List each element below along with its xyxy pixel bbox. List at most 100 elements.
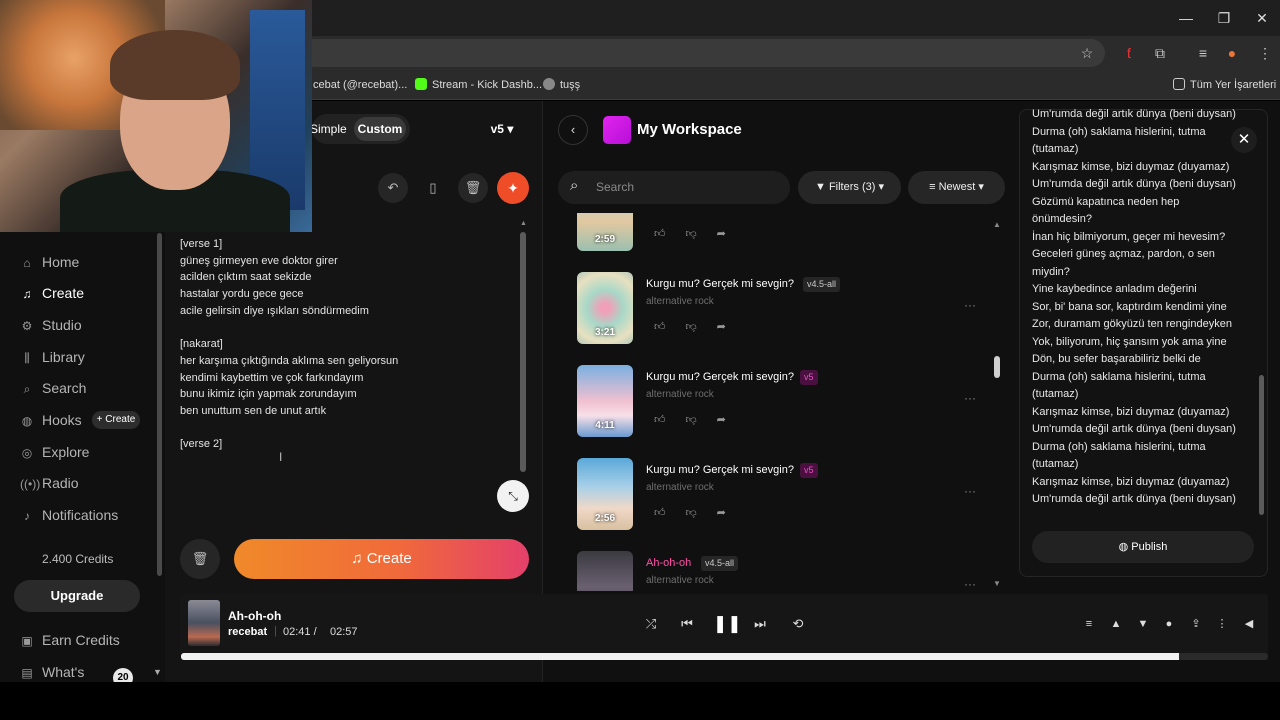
close-icon[interactable]: ✕ — [1231, 127, 1257, 153]
queue-icon[interactable]: ≡ — [1080, 615, 1098, 633]
bookmark-item[interactable]: Stream - Kick Dashb... — [415, 70, 542, 100]
share-icon[interactable]: ⇪ — [1187, 615, 1205, 633]
version-tag: v5 — [800, 370, 818, 385]
sidebar-item-whats-new[interactable]: ▤ What's — [20, 660, 84, 682]
sidebar-scrollbar[interactable] — [157, 233, 162, 576]
minimize-icon[interactable]: — — [1176, 8, 1196, 28]
song-actions[interactable]: 👍︎👎︎➦ — [654, 227, 746, 240]
kick-icon — [415, 78, 427, 90]
player-title[interactable]: Ah-oh-oh — [228, 609, 281, 623]
sidebar-item-earn-credits[interactable]: ▣ Earn Credits — [20, 628, 119, 652]
globe-icon: ◍ — [1118, 541, 1132, 553]
more-options-icon[interactable]: ··· — [955, 484, 985, 504]
song-cover: 2:56 — [577, 458, 633, 530]
lyrics-panel-scrollbar[interactable] — [1259, 375, 1264, 515]
lyrics-scrollbar[interactable]: ▲ — [520, 220, 527, 480]
publish-button[interactable]: ◍ Publish — [1032, 531, 1254, 563]
sidebar-item-create[interactable]: ♫ Create — [20, 281, 85, 305]
version-tag: v4.5-all — [701, 556, 739, 571]
song-row[interactable]: 2:56 Kurgu mu? Gerçek mi sevgin? v5 alte… — [577, 458, 997, 530]
more-options-icon[interactable]: ··· — [955, 391, 985, 411]
restore-icon[interactable]: ❐ — [1214, 8, 1234, 28]
back-button[interactable]: ‹ — [558, 115, 588, 145]
collapse-icon[interactable]: ⤡ — [497, 480, 529, 512]
comment-icon[interactable]: ● — [1160, 615, 1178, 633]
hooks-create-button[interactable]: + Create — [92, 411, 140, 429]
bookmark-icon[interactable]: ▯ — [418, 173, 448, 203]
kebab-menu-icon[interactable]: ⋮ — [1255, 43, 1275, 63]
sort-button[interactable]: ≡ Newest ▾ — [908, 171, 1005, 204]
filters-button[interactable]: ▼ Filters (3) ▾ — [798, 171, 901, 204]
chevron-down-icon[interactable]: ▼ — [153, 667, 162, 677]
sidebar-item-explore[interactable]: ◎ Explore — [20, 440, 90, 464]
song-genre[interactable]: alternative rock — [646, 389, 714, 400]
scroll-up-icon[interactable]: ▲ — [520, 220, 527, 227]
player-progress[interactable] — [181, 653, 1268, 660]
version-select[interactable]: v5 ▾ — [478, 116, 526, 142]
song-row[interactable]: 3:21 Kurgu mu? Gerçek mi sevgin? v4.5-al… — [577, 272, 997, 344]
trash-icon[interactable]: 🗑 — [458, 173, 488, 203]
song-genre[interactable]: alternative rock — [646, 575, 714, 586]
song-genre[interactable]: alternative rock — [646, 296, 714, 307]
more-options-icon[interactable]: ··· — [955, 298, 985, 318]
puzzle-icon[interactable]: ⧉ — [1150, 43, 1170, 63]
workspace-search-input[interactable]: ⌕ Search — [558, 171, 790, 204]
sidebar-item-search[interactable]: ⌕ Search — [20, 376, 87, 400]
create-button[interactable]: ♫ Create — [234, 539, 529, 579]
scroll-thumb[interactable] — [520, 232, 526, 472]
bookmark-item[interactable]: cebat (@recebat)... — [313, 70, 407, 100]
like-icon[interactable]: ▲ — [1107, 615, 1125, 633]
volume-icon[interactable]: ◀ — [1240, 615, 1258, 633]
sidebar-item-studio[interactable]: ⚙ Studio — [20, 313, 82, 337]
profile-avatar[interactable]: ● — [1222, 43, 1242, 63]
extension-icon[interactable]: ƭ — [1119, 43, 1139, 63]
next-icon[interactable]: ⏭ — [749, 614, 771, 634]
song-title[interactable]: Kurgu mu? Gerçek mi sevgin? — [646, 278, 794, 290]
clear-button[interactable]: 🗑 — [180, 539, 220, 579]
bookmark-item[interactable]: tuşş — [543, 70, 580, 100]
scroll-up-icon[interactable]: ▲ — [993, 220, 1001, 229]
repeat-icon[interactable]: ⟲ — [787, 614, 809, 634]
song-title[interactable]: Kurgu mu? Gerçek mi sevgin? — [646, 371, 794, 383]
song-actions[interactable]: 👍︎👎︎➦ — [654, 320, 746, 333]
sidebar-item-hooks[interactable]: ◍ Hooks — [20, 408, 82, 432]
media-icon[interactable]: ≡ — [1193, 43, 1213, 63]
text-cursor-icon: I — [279, 450, 283, 464]
upgrade-button[interactable]: Upgrade — [14, 580, 140, 612]
song-row[interactable]: ▮▮▮ Ah-oh-oh v4.5-all alternative rock ·… — [577, 551, 997, 591]
song-actions[interactable]: 👍︎👎︎➦ — [654, 413, 746, 426]
address-bar[interactable] — [300, 39, 1105, 67]
song-genre[interactable]: alternative rock — [646, 482, 714, 493]
sidebar-item-library[interactable]: ⫼ Library — [20, 345, 85, 369]
all-bookmarks[interactable]: Tüm Yer İşaretleri — [1173, 70, 1276, 100]
sidebar-item-notifications[interactable]: ♪ Notifications — [20, 503, 118, 527]
star-icon[interactable]: ☆ — [1077, 43, 1097, 63]
song-row[interactable]: 4:11 Kurgu mu? Gerçek mi sevgin? v5 alte… — [577, 365, 997, 437]
sidebar-item-radio[interactable]: ((•)) Radio — [20, 471, 79, 495]
song-list-scrollbar[interactable] — [994, 356, 1000, 378]
song-row[interactable]: 2:59 👍︎👎︎➦ — [577, 213, 997, 251]
more-options-icon[interactable]: ··· — [955, 577, 985, 591]
lyrics-textarea[interactable]: [verse 1] güneş girmeyen eve doktor gire… — [180, 236, 510, 453]
song-actions[interactable]: 👍︎👎︎➦ — [654, 506, 746, 519]
webcam-overlay — [0, 0, 312, 232]
more-vertical-icon[interactable]: ⋮ — [1213, 615, 1231, 633]
pause-icon[interactable]: ❚❚ — [713, 614, 742, 634]
dislike-icon[interactable]: ▼ — [1134, 615, 1152, 633]
sidebar-item-home[interactable]: ⌂ Home — [20, 250, 79, 274]
mode-simple[interactable]: Simple — [310, 114, 347, 144]
player-artist[interactable]: recebat — [228, 626, 267, 638]
player-cover[interactable] — [188, 600, 220, 646]
chevron-down-icon: ▾ — [978, 181, 984, 193]
shuffle-icon[interactable]: ⤮ — [640, 614, 662, 634]
magic-wand-icon[interactable]: ✦ — [497, 172, 529, 204]
version-tag: v4.5-all — [803, 277, 841, 292]
undo-icon[interactable]: ↶ — [378, 173, 408, 203]
song-title[interactable]: Kurgu mu? Gerçek mi sevgin? — [646, 464, 794, 476]
scroll-down-icon[interactable]: ▼ — [993, 579, 1001, 588]
song-title[interactable]: Ah-oh-oh — [646, 557, 691, 569]
mode-custom[interactable]: Custom — [354, 117, 406, 141]
previous-icon[interactable]: ⏮ — [676, 614, 698, 634]
chevron-down-icon: ▾ — [507, 122, 514, 136]
close-window-icon[interactable]: ✕ — [1252, 8, 1272, 28]
